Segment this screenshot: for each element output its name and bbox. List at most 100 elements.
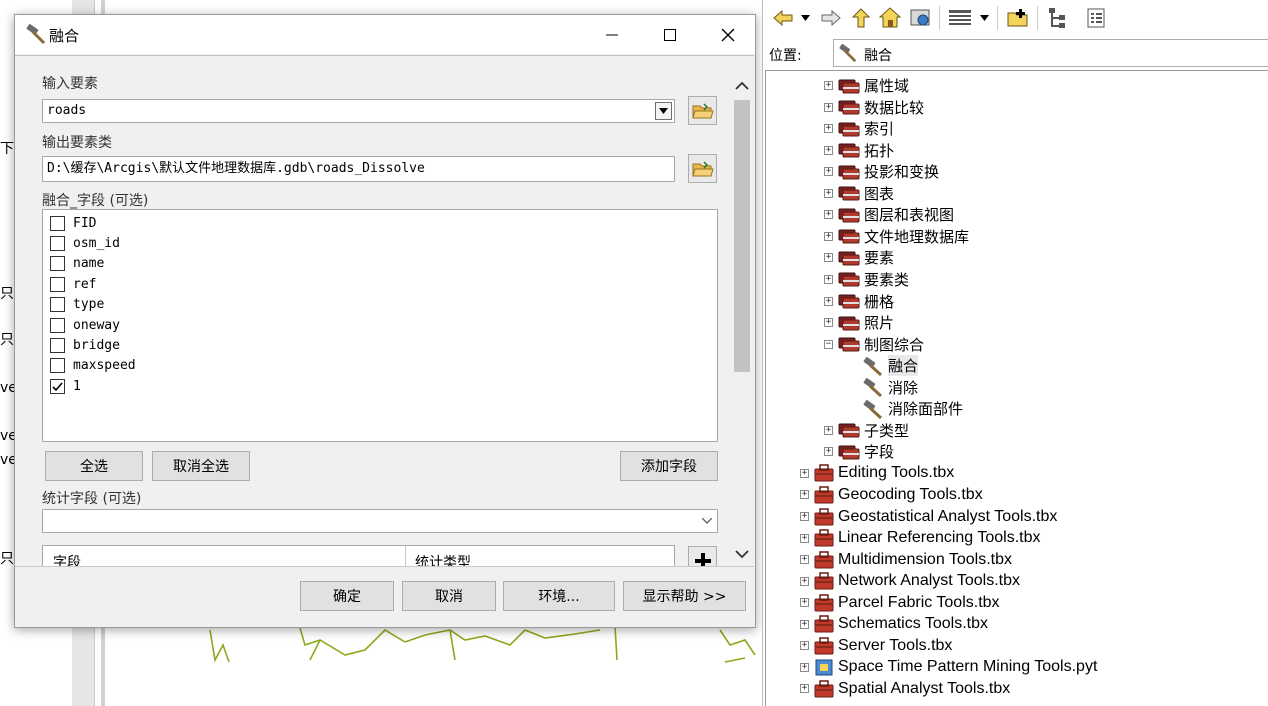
collapse-icon[interactable]: − [824,339,833,349]
triangle-down-icon[interactable] [980,15,989,21]
field-checkbox-row[interactable]: bridge [50,335,120,355]
checkbox[interactable] [50,276,65,292]
add-field-button[interactable]: 添加字段 [620,451,718,481]
expand-icon[interactable]: + [824,296,833,306]
tree-node-toolset[interactable]: 字段 [838,441,894,462]
field-checkbox-row[interactable]: FID [50,213,96,233]
tree-node-tool[interactable]: 消除 [862,377,918,398]
expand-icon[interactable]: + [824,145,833,155]
tree-node-pytoolbox[interactable]: Space Time Pattern Mining Tools.pyt [814,657,1097,678]
chevron-up-icon[interactable] [735,81,749,90]
close-button[interactable] [705,15,751,54]
tree-node-toolset[interactable]: 要素类 [838,269,909,290]
connect-folder-icon[interactable] [909,7,931,28]
select-all-button[interactable]: 全选 [45,451,143,481]
input-browse-button[interactable] [688,96,717,125]
expand-icon[interactable]: + [824,231,833,241]
expand-icon[interactable]: + [824,167,833,177]
expand-icon[interactable]: + [824,318,833,328]
checkbox[interactable] [50,317,65,333]
expand-icon[interactable]: + [800,662,809,672]
view-list-icon[interactable] [949,9,971,27]
expand-icon[interactable]: + [800,512,809,521]
checkbox[interactable] [50,297,65,313]
panel-scrollbar[interactable] [732,75,752,565]
stats-field-combo[interactable] [42,509,718,533]
forward-arrow-icon[interactable] [821,9,841,27]
input-features-combo[interactable]: roads [42,99,675,123]
scrollbar-thumb[interactable] [734,100,750,372]
up-folder-icon[interactable] [851,8,871,28]
expand-icon[interactable]: + [800,576,809,586]
new-folder-icon[interactable] [1007,8,1029,28]
field-checkbox-row[interactable]: ref [50,274,96,294]
expand-icon[interactable]: + [824,447,833,457]
checkbox[interactable] [50,337,65,353]
tree-node-toolbox[interactable]: Editing Tools.tbx [814,463,954,484]
expand-icon[interactable]: + [824,210,833,220]
expand-icon[interactable]: + [800,684,809,694]
location-input[interactable]: 融合 [833,39,1268,67]
ok-button[interactable]: 确定 [300,581,394,611]
expand-icon[interactable]: + [824,425,833,435]
tree-node-toolbox[interactable]: Spatial Analyst Tools.tbx [814,678,1010,699]
unselect-all-button[interactable]: 取消全选 [152,451,250,481]
tree-node-toolbox[interactable]: Multidimension Tools.tbx [814,549,1012,570]
field-checkbox-row[interactable]: name [50,254,104,274]
tree-node-toolset[interactable]: 要素 [838,247,894,268]
tree-node-toolbox[interactable]: Schematics Tools.tbx [814,614,988,635]
expand-icon[interactable]: + [800,533,809,543]
field-checkbox-row[interactable]: osm_id [50,233,120,253]
tree-node-tool[interactable]: 融合 [862,355,919,377]
tree-view-icon[interactable] [1047,7,1069,29]
tree-node-toolset[interactable]: 图层和表视图 [838,204,954,225]
tree-node-toolset[interactable]: 投影和变换 [838,161,939,182]
expand-icon[interactable]: + [800,468,809,478]
tree-node-toolset[interactable]: 索引 [838,118,894,139]
metadata-icon[interactable] [1087,8,1105,28]
checkbox-checked[interactable] [50,378,65,394]
expand-icon[interactable]: + [800,490,809,500]
expand-icon[interactable]: + [800,641,809,651]
tree-node-toolset[interactable]: 数据比较 [838,97,924,118]
tree-node-toolset[interactable]: 文件地理数据库 [838,226,969,247]
home-icon[interactable] [879,7,901,28]
add-stat-button[interactable] [688,546,717,569]
tree-node-toolbox[interactable]: Server Tools.tbx [814,635,952,656]
tree-node-toolset[interactable]: 子类型 [838,420,909,441]
checkbox[interactable] [50,215,65,231]
tree-node-toolset[interactable]: 栅格 [838,291,894,312]
expand-icon[interactable]: + [824,102,833,112]
dialog-titlebar[interactable]: 融合 [15,15,755,54]
tree-node-toolbox[interactable]: Parcel Fabric Tools.tbx [814,592,1000,613]
environments-button[interactable]: 环境... [503,581,615,611]
tree-node-toolset[interactable]: 照片 [838,312,894,333]
tree-node-toolset[interactable]: 图表 [838,183,894,204]
tree-node-toolbox[interactable]: Geostatistical Analyst Tools.tbx [814,506,1057,527]
input-dropdown-button[interactable] [655,102,672,120]
field-checkbox-row[interactable]: maxspeed [50,356,136,376]
expand-icon[interactable]: + [800,598,809,608]
field-checkbox-row[interactable]: type [50,295,104,315]
show-help-button[interactable]: 显示帮助 >> [623,581,746,611]
output-browse-button[interactable] [688,154,717,183]
checkbox[interactable] [50,235,65,251]
tree-node-toolbox[interactable]: Linear Referencing Tools.tbx [814,528,1041,549]
tree-node-toolset[interactable]: 属性域 [838,75,909,96]
tree-node-toolset[interactable]: 拓扑 [838,140,894,161]
chevron-down-icon[interactable] [735,550,749,559]
expand-icon[interactable]: + [824,81,833,90]
expand-icon[interactable]: + [800,555,809,565]
expand-icon[interactable]: + [824,188,833,198]
expand-icon[interactable]: + [824,253,833,263]
field-checkbox-row[interactable]: 1 [50,376,81,396]
tree-node-toolbox[interactable]: Network Analyst Tools.tbx [814,571,1020,592]
expand-icon[interactable]: + [824,274,833,284]
output-featureclass-input[interactable]: D:\缓存\Arcgis\默认文件地理数据库.gdb\roads_Dissolv… [42,156,675,182]
expand-icon[interactable]: + [800,619,809,629]
triangle-down-icon[interactable] [801,15,810,21]
tree-node-tool[interactable]: 消除面部件 [862,398,963,419]
maximize-button[interactable] [647,15,693,54]
tree-node-toolbox[interactable]: Geocoding Tools.tbx [814,484,983,505]
field-checkbox-row[interactable]: oneway [50,315,120,335]
